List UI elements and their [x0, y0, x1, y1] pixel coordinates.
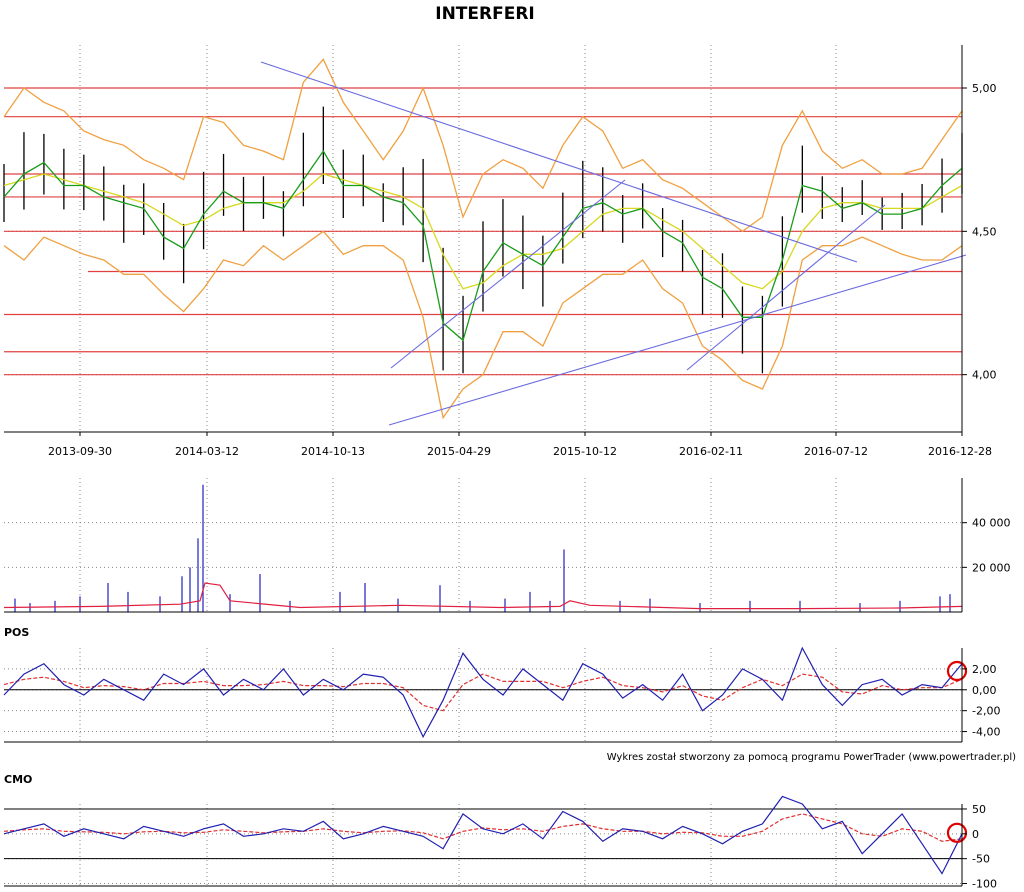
x-tick-label-4: 2015-10-12	[553, 445, 617, 458]
trendline-2	[388, 254, 967, 426]
trendline-1	[390, 179, 626, 369]
volume-bars	[14, 484, 951, 612]
pos-y-tick-label-1: 0,00	[972, 684, 997, 697]
pos-lines	[3, 646, 968, 739]
x-tick-label-3: 2015-04-29	[427, 445, 491, 458]
cmo-highlight-circle	[946, 822, 968, 843]
pos-label: POS	[4, 626, 29, 639]
volume-gridlines	[4, 478, 963, 612]
volume-y-axis-ticks: 40 000 20 000	[962, 517, 1011, 574]
pos-y-axis-ticks: 2,00 0,00 -2,00 -4,00	[962, 663, 1000, 739]
price-y-tick-label-0: 5,00	[972, 82, 997, 95]
x-tick-label-0: 2013-09-30	[48, 445, 112, 458]
cmo-y-axis-ticks: 50 0 -50 -100	[962, 803, 997, 891]
pos-y-tick-label-0: 2,00	[972, 663, 997, 676]
volume-axes	[4, 478, 963, 613]
volume-ma-line	[3, 582, 963, 610]
cmo-y-tick-label-3: -100	[972, 878, 997, 891]
trendline-0	[260, 61, 858, 263]
price-y-axis-ticks: 5,00 4,50 4,00	[962, 82, 997, 382]
cmo-y-tick-label-2: -50	[972, 853, 990, 866]
cmo-lines	[3, 795, 968, 875]
cmo-axes	[4, 804, 963, 887]
chart-title: INTERFERI	[435, 4, 535, 24]
x-tick-label-1: 2014-03-12	[175, 445, 239, 458]
volume-y-tick-label-1: 20 000	[972, 561, 1011, 574]
pos-main-line	[3, 646, 963, 739]
cmo-main-line	[3, 795, 963, 875]
cmo-y-tick-label-1: 0	[972, 828, 979, 841]
price-bars	[3, 106, 963, 374]
price-y-tick-label-2: 4,00	[972, 369, 997, 382]
volume-y-tick-label-0: 40 000	[972, 517, 1011, 530]
pos-highlight-circle	[946, 660, 968, 682]
pos-y-tick-label-2: -2,00	[972, 705, 1000, 718]
x-tick-label-5: 2016-02-11	[679, 445, 743, 458]
credit-text: Wykres został stworzony za pomocą progra…	[607, 752, 1016, 763]
cmo-gridlines	[4, 804, 963, 886]
x-tick-label-6: 2016-07-12	[804, 445, 868, 458]
x-axis-ticks: 2013-09-30 2014-03-12 2014-10-13 2015-04-29…	[48, 432, 992, 458]
cmo-y-tick-label-0: 50	[972, 803, 986, 816]
price-y-tick-label-1: 4,50	[972, 225, 997, 238]
volume-ma-line	[3, 582, 963, 610]
x-tick-label-7: 2016-12-28	[928, 445, 992, 458]
cmo-label: CMO	[4, 773, 32, 786]
interferi-chart: INTERFERI 2013-09-30 2014-03-12 2014-10-13…	[3, 4, 1016, 891]
pos-y-tick-label-3: -4,00	[972, 726, 1000, 739]
x-tick-label-2: 2014-10-13	[301, 445, 365, 458]
